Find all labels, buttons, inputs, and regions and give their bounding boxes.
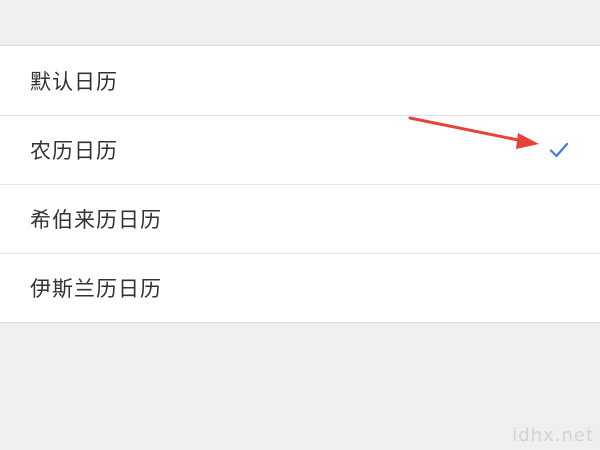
calendar-option-hebrew[interactable]: 希伯来历日历 xyxy=(0,184,600,253)
watermark: idhx.net xyxy=(512,425,594,446)
calendar-option-label: 默认日历 xyxy=(30,69,118,94)
calendar-option-label: 伊斯兰历日历 xyxy=(30,276,162,301)
top-spacer xyxy=(0,0,600,45)
calendar-option-default[interactable]: 默认日历 xyxy=(0,46,600,115)
checkmark-icon xyxy=(549,142,569,157)
calendar-option-islamic[interactable]: 伊斯兰历日历 xyxy=(0,253,600,322)
calendar-type-list: 默认日历 农历日历 希伯来历日历 伊斯兰历日历 xyxy=(0,45,600,323)
calendar-option-label: 希伯来历日历 xyxy=(30,207,162,232)
calendar-option-lunar[interactable]: 农历日历 xyxy=(0,115,600,184)
calendar-option-label: 农历日历 xyxy=(30,138,118,163)
